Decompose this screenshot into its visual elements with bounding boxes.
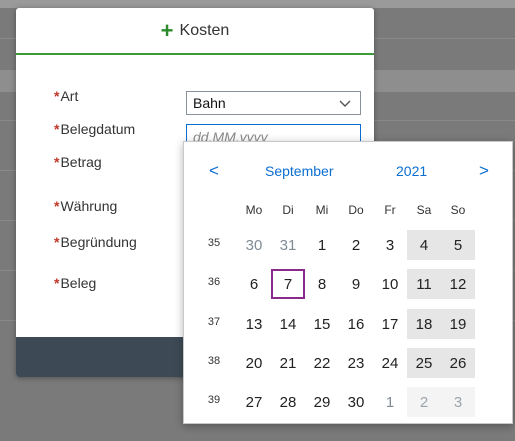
week-row: 38 20 21 22 23 24 25 26 bbox=[184, 348, 512, 378]
day-cell[interactable]: 30 bbox=[339, 387, 373, 417]
art-select-value: Bahn bbox=[193, 95, 226, 111]
field-label-begruendung: *Begründung bbox=[54, 234, 137, 250]
weekday-label: Do bbox=[348, 203, 364, 217]
required-marker: * bbox=[54, 234, 60, 250]
day-cell[interactable]: 30 bbox=[237, 230, 271, 260]
weekday-label: Di bbox=[282, 203, 294, 217]
week-row: 39 27 28 29 30 1 2 3 bbox=[184, 387, 512, 417]
required-marker: * bbox=[54, 198, 60, 214]
required-marker: * bbox=[54, 121, 60, 137]
day-cell[interactable]: 9 bbox=[339, 269, 373, 299]
field-label-waehrung: *Währung bbox=[54, 198, 117, 214]
day-cell[interactable]: 4 bbox=[407, 230, 441, 260]
chevron-down-icon bbox=[339, 100, 351, 107]
day-cell[interactable]: 27 bbox=[237, 387, 271, 417]
day-cell[interactable]: 26 bbox=[441, 348, 475, 378]
week-number: 37 bbox=[207, 316, 221, 328]
required-marker: * bbox=[54, 275, 60, 291]
day-cell[interactable]: 8 bbox=[305, 269, 339, 299]
day-cell[interactable]: 13 bbox=[237, 309, 271, 339]
next-month-button[interactable]: > bbox=[479, 161, 489, 181]
dialog-header: + Kosten bbox=[16, 8, 374, 55]
day-cell[interactable]: 29 bbox=[305, 387, 339, 417]
day-cell[interactable]: 6 bbox=[237, 269, 271, 299]
week-number: 39 bbox=[207, 394, 221, 406]
plus-icon: + bbox=[160, 17, 174, 43]
day-cell[interactable]: 5 bbox=[441, 230, 475, 260]
week-row: 37 13 14 15 16 17 18 19 bbox=[184, 309, 512, 339]
day-cell[interactable]: 3 bbox=[441, 387, 475, 417]
day-cell[interactable]: 11 bbox=[407, 269, 441, 299]
weekday-header-row: Mo Di Mi Do Fr Sa So bbox=[184, 203, 512, 223]
day-cell[interactable]: 3 bbox=[373, 230, 407, 260]
day-cell[interactable]: 19 bbox=[441, 309, 475, 339]
day-cell[interactable]: 10 bbox=[373, 269, 407, 299]
field-label-text: Begründung bbox=[60, 234, 137, 250]
field-label-text: Betrag bbox=[60, 154, 102, 170]
calendar-popover: < September 2021 > Mo Di Mi Do Fr Sa So … bbox=[183, 141, 513, 424]
month-button[interactable]: September bbox=[265, 163, 333, 179]
day-cell[interactable]: 23 bbox=[339, 348, 373, 378]
week-row: 36 6 7 8 9 10 11 12 bbox=[184, 269, 512, 299]
required-marker: * bbox=[54, 154, 60, 170]
day-cell[interactable]: 22 bbox=[305, 348, 339, 378]
year-button[interactable]: 2021 bbox=[396, 163, 427, 179]
day-cell[interactable]: 28 bbox=[271, 387, 305, 417]
day-cell[interactable]: 25 bbox=[407, 348, 441, 378]
field-label-beleg: *Beleg bbox=[54, 275, 96, 291]
day-cell[interactable]: 24 bbox=[373, 348, 407, 378]
day-cell[interactable]: 20 bbox=[237, 348, 271, 378]
required-marker: * bbox=[54, 88, 60, 104]
weekday-label: Mo bbox=[245, 203, 263, 217]
day-cell[interactable]: 2 bbox=[339, 230, 373, 260]
week-number: 38 bbox=[207, 355, 221, 367]
weekday-label: Sa bbox=[416, 203, 432, 217]
weekday-label: Mi bbox=[315, 203, 329, 217]
field-label-art: *Art bbox=[54, 88, 78, 104]
day-cell[interactable]: 7 bbox=[271, 269, 305, 299]
week-number: 35 bbox=[207, 237, 221, 249]
day-cell[interactable]: 12 bbox=[441, 269, 475, 299]
day-cell[interactable]: 14 bbox=[271, 309, 305, 339]
field-label-text: Beleg bbox=[60, 275, 97, 291]
field-label-betrag: *Betrag bbox=[54, 154, 102, 170]
field-label-text: Art bbox=[60, 88, 79, 104]
week-number: 36 bbox=[207, 276, 221, 288]
day-cell[interactable]: 21 bbox=[271, 348, 305, 378]
day-cell[interactable]: 2 bbox=[407, 387, 441, 417]
calendar-header: < September 2021 > bbox=[184, 142, 512, 202]
weekday-label: So bbox=[450, 203, 466, 217]
day-cell[interactable]: 15 bbox=[305, 309, 339, 339]
day-cell[interactable]: 1 bbox=[305, 230, 339, 260]
weekday-label: Fr bbox=[384, 203, 396, 217]
previous-month-button[interactable]: < bbox=[209, 161, 219, 181]
week-row: 35 30 31 1 2 3 4 5 bbox=[184, 230, 512, 260]
day-cell[interactable]: 18 bbox=[407, 309, 441, 339]
field-label-text: Währung bbox=[60, 198, 118, 214]
field-label-text: Belegdatum bbox=[60, 121, 136, 137]
day-cell[interactable]: 16 bbox=[339, 309, 373, 339]
field-label-belegdatum: *Belegdatum bbox=[54, 121, 135, 137]
backdrop-band bbox=[0, 0, 515, 8]
day-cell[interactable]: 17 bbox=[373, 309, 407, 339]
dialog-title: Kosten bbox=[179, 21, 230, 39]
art-select[interactable]: Bahn bbox=[186, 91, 361, 115]
day-cell[interactable]: 1 bbox=[373, 387, 407, 417]
day-cell[interactable]: 31 bbox=[271, 230, 305, 260]
